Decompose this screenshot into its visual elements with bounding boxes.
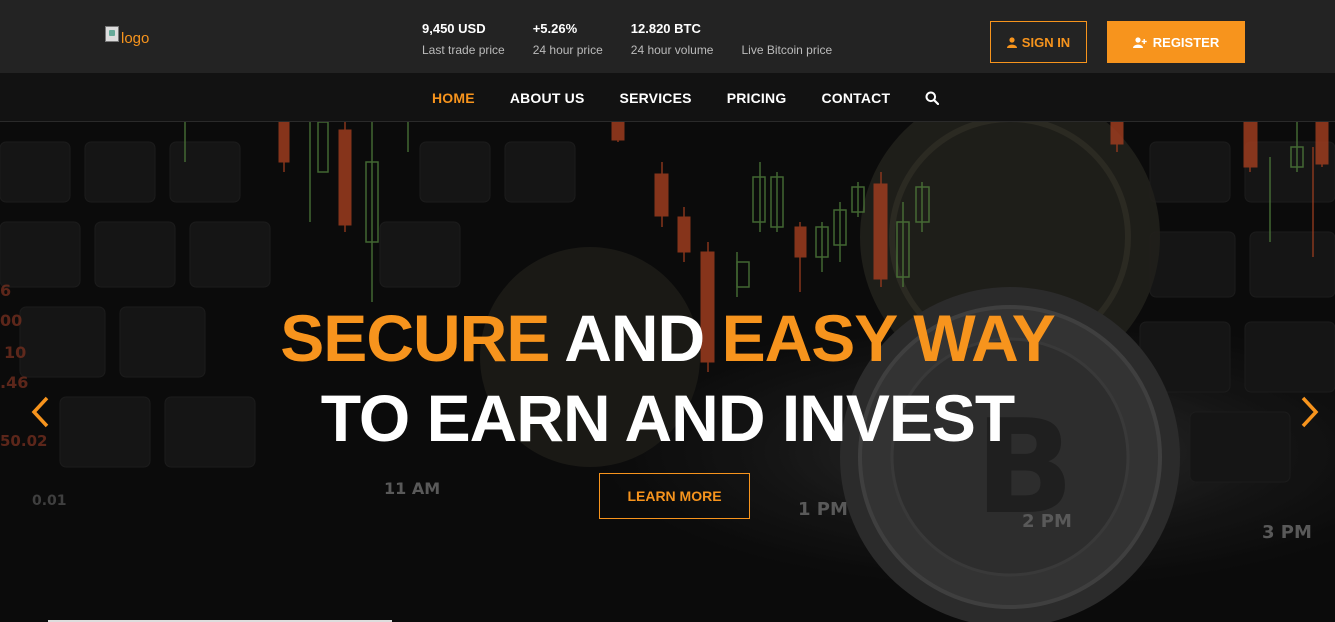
stat-24h-price: +5.26% 24 hour price	[533, 20, 603, 57]
stat-label: 24 hour volume	[630, 43, 714, 57]
hero-slider: B 11 AM 1 PM 2 PM 3 PM 0.01 6 00 10 .46 …	[0, 122, 1335, 622]
stat-last-trade: 9,450 USD Last trade price	[422, 20, 505, 57]
register-label: REGISTER	[1152, 34, 1220, 50]
broken-image-icon	[105, 25, 119, 42]
logo[interactable]: logo	[105, 20, 149, 47]
search-icon[interactable]	[925, 90, 941, 106]
stat-label: Live Bitcoin price	[741, 43, 833, 57]
register-button[interactable]: REGISTER	[1107, 21, 1245, 63]
sign-in-label: SIGN IN	[1021, 34, 1071, 50]
hero-headline-line1: SECURE AND EASY WAY	[0, 300, 1335, 376]
stat-value: 12.820 BTC	[630, 21, 701, 36]
logo-alt-text: logo	[121, 30, 150, 47]
stat-value: 9,450 USD	[422, 21, 486, 36]
top-bar: logo 9,450 USD Last trade price +5.26% 2…	[0, 0, 1335, 73]
user-icon	[1006, 36, 1017, 48]
headline-secure: SECURE	[280, 301, 550, 375]
stat-value: +5.26%	[532, 21, 578, 36]
main-navigation: HOME ABOUT US SERVICES PRICING CONTACT	[0, 73, 1335, 122]
nav-item-pricing[interactable]: PRICING	[727, 90, 787, 106]
nav-item-contact[interactable]: CONTACT	[821, 90, 890, 106]
stat-label: Last trade price	[422, 43, 505, 57]
stat-live-price: Live Bitcoin price	[741, 20, 832, 57]
sign-in-button[interactable]: SIGN IN	[990, 21, 1087, 63]
stat-24h-volume: 12.820 BTC 24 hour volume	[631, 20, 714, 57]
chevron-left-icon	[31, 396, 49, 428]
learn-more-button[interactable]: LEARN MORE	[599, 473, 750, 519]
headline-and: AND	[549, 301, 722, 375]
headline-easy-way: EASY WAY	[721, 301, 1056, 375]
nav-item-about-us[interactable]: ABOUT US	[510, 90, 585, 106]
nav-item-home[interactable]: HOME	[432, 90, 475, 106]
slider-prev-arrow[interactable]	[30, 394, 52, 430]
hero-headline-line2: TO EARN AND INVEST	[320, 381, 1015, 455]
stat-value	[741, 20, 832, 38]
nav-item-services[interactable]: SERVICES	[620, 90, 692, 106]
user-plus-icon	[1132, 36, 1147, 48]
stat-label: 24 hour price	[532, 43, 603, 57]
market-stats: 9,450 USD Last trade price +5.26% 24 hou…	[422, 20, 860, 57]
chevron-right-icon	[1301, 396, 1319, 428]
slider-next-arrow[interactable]	[1298, 394, 1320, 430]
